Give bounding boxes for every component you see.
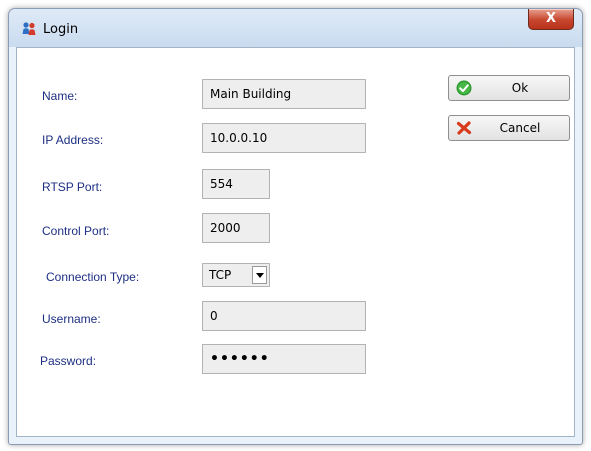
ip-address-field[interactable]: 10.0.0.10 xyxy=(202,123,366,153)
red-x-icon xyxy=(456,120,472,136)
title-bar[interactable]: Login X xyxy=(9,9,582,47)
ok-button-label: Ok xyxy=(511,81,529,95)
name-label: Name: xyxy=(42,89,78,103)
network-people-icon xyxy=(21,21,37,37)
close-button[interactable]: X xyxy=(528,9,574,30)
password-label: Password: xyxy=(40,354,97,368)
check-circle-icon xyxy=(456,80,472,96)
ip-address-label: IP Address: xyxy=(42,133,104,147)
cancel-button[interactable]: Cancel xyxy=(448,115,570,141)
control-port-label: Control Port: xyxy=(42,224,110,238)
dialog-body: Name: Main Building IP Address: 10.0.0.1… xyxy=(16,47,575,437)
control-port-field[interactable]: 2000 xyxy=(202,213,270,243)
ok-button[interactable]: Ok xyxy=(448,75,570,101)
rtsp-port-label: RTSP Port: xyxy=(42,180,103,194)
close-icon: X xyxy=(545,11,557,26)
window-title: Login xyxy=(43,22,79,37)
password-field[interactable]: •••••• xyxy=(202,344,366,374)
login-dialog: Login X Name: Main Building IP Address: … xyxy=(8,8,583,445)
dropdown-arrow-icon[interactable] xyxy=(252,266,267,284)
rtsp-port-field[interactable]: 554 xyxy=(202,169,270,199)
connection-type-select[interactable]: TCP xyxy=(202,263,270,287)
connection-type-label: Connection Type: xyxy=(46,270,140,284)
name-field[interactable]: Main Building xyxy=(202,79,366,109)
cancel-button-label: Cancel xyxy=(499,121,541,135)
connection-type-value: TCP xyxy=(209,268,232,282)
username-field[interactable]: 0 xyxy=(202,301,366,331)
username-label: Username: xyxy=(42,312,101,326)
